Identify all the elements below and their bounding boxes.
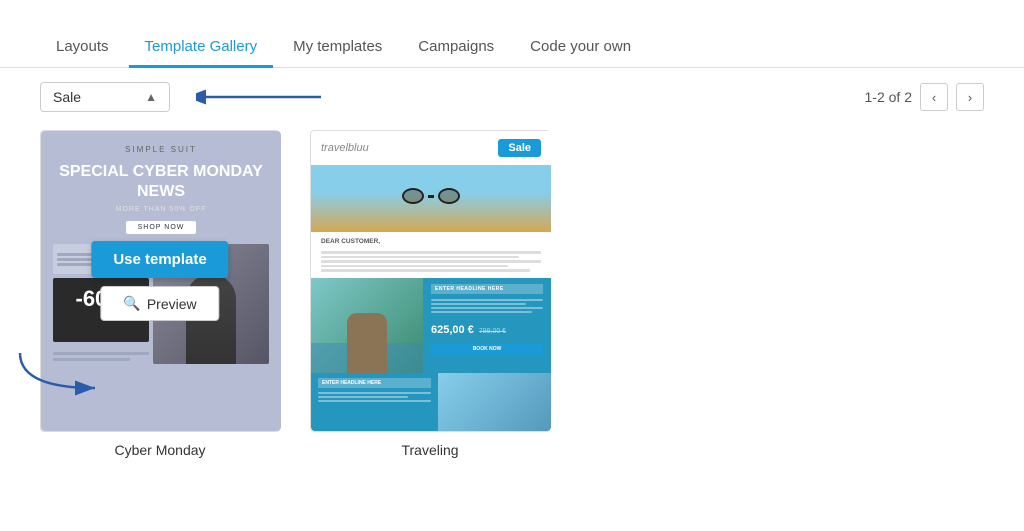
trav-bottom-line-2 — [318, 396, 408, 398]
template-name-traveling: Traveling — [310, 442, 550, 458]
trav-rock — [347, 313, 387, 373]
cyber-headline: SPECIAL CYBER MONDAY NEWS — [53, 162, 269, 202]
thumb-traveling: travelbluu Sale DEAR CUST — [311, 131, 551, 431]
cyber-footer — [53, 352, 149, 364]
cyber-subline: MORE THAN 50% OFF — [116, 206, 207, 213]
trav-line-5 — [321, 269, 530, 272]
card-inner-cyber-monday: SIMPLE SUIT SPECIAL CYBER MONDAY NEWS MO… — [40, 130, 280, 432]
trav-mid-section: ENTER HEADLINE HERE 625,00 € 799,00 € — [311, 278, 551, 374]
trav-bottom-left: ENTER HEADLINE HERE — [311, 373, 438, 431]
template-card-cyber-monday[interactable]: SIMPLE SUIT SPECIAL CYBER MONDAY NEWS MO… — [40, 130, 280, 458]
cyber-footer-line-1 — [53, 352, 149, 355]
tab-layouts[interactable]: Layouts — [40, 28, 125, 68]
cyber-shop-btn: SHOP NOW — [126, 221, 197, 234]
trav-body-text — [311, 251, 551, 272]
filter-selected-value: Sale — [53, 89, 81, 105]
trav-sky-image — [438, 373, 551, 431]
traveling-thumbnail: travelbluu Sale DEAR CUST — [311, 131, 551, 431]
trav-body-line-1 — [431, 299, 543, 301]
trav-old-price: 799,00 € — [479, 328, 506, 335]
filter-left: Sale ▲ — [40, 82, 326, 112]
preview-label: Preview — [147, 296, 197, 312]
trav-hero-image — [311, 165, 551, 232]
trav-headline: ENTER HEADLINE HERE — [431, 284, 543, 294]
use-template-button[interactable]: Use template — [91, 241, 228, 278]
pagination-prev-button[interactable]: ‹ — [920, 83, 948, 111]
trav-bottom-section: ENTER HEADLINE HERE — [311, 373, 551, 431]
trav-logo: travelbluu — [321, 142, 369, 154]
trav-body-line-3 — [431, 307, 543, 309]
trav-island-image — [311, 278, 423, 374]
preview-button[interactable]: 🔍 Preview — [100, 286, 219, 321]
template-name-cyber-monday: Cyber Monday — [40, 442, 280, 458]
card-inner-traveling: travelbluu Sale DEAR CUST — [310, 130, 550, 432]
trav-sale-badge: Sale — [498, 139, 541, 157]
trav-bottom-headline: ENTER HEADLINE HERE — [318, 378, 431, 388]
trav-line-3 — [321, 260, 541, 263]
tab-campaigns[interactable]: Campaigns — [402, 28, 510, 68]
trav-line-4 — [321, 265, 508, 268]
overlay-buttons-cyber-monday: Use template 🔍 Preview — [91, 241, 228, 321]
template-card-traveling[interactable]: travelbluu Sale DEAR CUST — [310, 130, 550, 458]
trav-body-lines — [431, 299, 543, 313]
chevron-down-icon: ▲ — [145, 90, 157, 104]
pagination-next-button[interactable]: › — [956, 83, 984, 111]
trav-header: travelbluu Sale — [311, 131, 551, 165]
trav-bottom-line-1 — [318, 392, 431, 394]
trav-line-2 — [321, 256, 519, 259]
cyber-footer-line-2 — [53, 358, 130, 361]
blue-arrow-icon — [196, 86, 326, 108]
pagination-summary: 1-2 of 2 — [865, 89, 912, 105]
trav-bottom-line-3 — [318, 400, 431, 402]
trav-bottom-lines — [318, 392, 431, 402]
trav-body-line-4 — [431, 311, 532, 313]
trav-dear-customer: DEAR CUSTOMER, — [311, 232, 551, 251]
tabs-bar: Layouts Template Gallery My templates Ca… — [0, 0, 1024, 68]
filter-row: Sale ▲ 1-2 of 2 ‹ › — [0, 68, 1024, 126]
tab-template-gallery[interactable]: Template Gallery — [129, 28, 274, 68]
trav-body-line-2 — [431, 303, 526, 305]
arrow-annotation — [188, 86, 326, 108]
trav-price: 625,00 € — [431, 324, 474, 336]
trav-right-panel: ENTER HEADLINE HERE 625,00 € 799,00 € — [423, 278, 551, 374]
pagination: 1-2 of 2 ‹ › — [865, 83, 984, 111]
cyber-brand: SIMPLE SUIT — [125, 145, 197, 154]
trav-line-1 — [321, 251, 541, 254]
search-icon: 🔍 — [123, 295, 140, 312]
template-gallery: SIMPLE SUIT SPECIAL CYBER MONDAY NEWS MO… — [0, 130, 1024, 458]
tab-my-templates[interactable]: My templates — [277, 28, 398, 68]
tab-code-your-own[interactable]: Code your own — [514, 28, 647, 68]
filter-dropdown[interactable]: Sale ▲ — [40, 82, 170, 112]
trav-book-now: BOOK NOW — [431, 343, 543, 355]
